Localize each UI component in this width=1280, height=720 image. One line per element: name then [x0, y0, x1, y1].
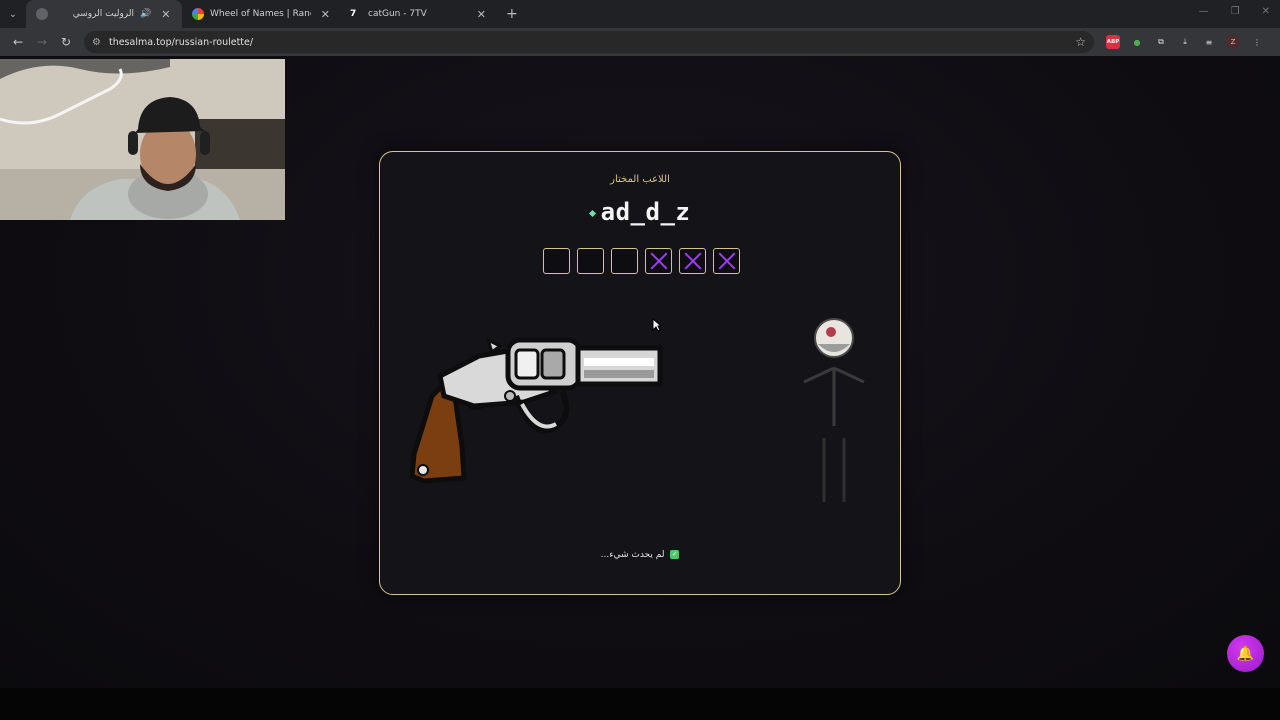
green-leaf-icon[interactable]: ● [1130, 35, 1144, 49]
window-controls: — ❐ ✕ [1199, 6, 1270, 17]
browser-toolbar: ← → ↻ ⚙ thesalma.top/russian-roulette/ ☆… [0, 28, 1280, 56]
tab-search-icon[interactable]: ⌄ [0, 0, 26, 28]
player-name: ad_d_z [600, 198, 691, 226]
status-line: لم يحدث شيء... ✓ [380, 550, 900, 560]
bottom-bar [0, 688, 1280, 720]
chamber-empty [645, 248, 672, 274]
back-icon[interactable]: ← [6, 30, 30, 54]
globe-icon [36, 8, 48, 20]
profile-avatar[interactable]: Z [1226, 35, 1240, 49]
puzzle-icon[interactable]: ⧉ [1154, 35, 1168, 49]
tab-strip: ⌄ الروليت الروسي 🔊 ✕ Wheel of Names | Ra… [0, 0, 1280, 28]
selected-player-label: اللاعب المختار [610, 174, 670, 185]
target-figure [803, 318, 865, 502]
chamber-loaded [577, 248, 604, 274]
site-info-icon[interactable]: ⚙ [92, 37, 101, 48]
roulette-card: اللاعب المختار ad_d_z لم يحدث شيء... ✓ [379, 151, 901, 595]
player-name-row: ad_d_z [380, 198, 900, 226]
close-icon[interactable]: ✕ [161, 8, 170, 21]
mouse-cursor-icon [652, 318, 662, 332]
status-text: لم يحدث شيء... [600, 550, 665, 560]
media-control-icon[interactable]: ≡ [1202, 35, 1216, 49]
tab-title: catGun - 7TV [368, 9, 427, 19]
7tv-icon: 7 [350, 9, 357, 19]
forward-icon[interactable]: → [30, 30, 54, 54]
tab-0[interactable]: الروليت الروسي 🔊 ✕ [26, 0, 182, 28]
chamber-empty [713, 248, 740, 274]
speaker-icon[interactable]: 🔊 [140, 9, 151, 19]
bookmark-star-icon[interactable]: ☆ [1075, 35, 1086, 49]
address-bar[interactable]: ⚙ thesalma.top/russian-roulette/ ☆ [84, 31, 1094, 53]
revolver-icon [409, 337, 663, 484]
tab-title: الروليت الروسي [72, 9, 134, 19]
chamber-row [543, 248, 740, 274]
tab-1[interactable]: Wheel of Names | Random nam ✕ [182, 0, 340, 28]
minimize-icon[interactable]: — [1199, 6, 1209, 17]
url-text[interactable]: thesalma.top/russian-roulette/ [109, 37, 253, 48]
chamber-loaded [543, 248, 570, 274]
bell-icon: 🔔 [1236, 645, 1255, 662]
floating-bell-button[interactable]: 🔔 [1227, 635, 1264, 672]
chamber-loaded [611, 248, 638, 274]
tab-title: Wheel of Names | Random nam [210, 9, 311, 19]
reload-icon[interactable]: ↻ [54, 30, 78, 54]
extensions-row: ABP ● ⧉ ⤓ ≡ Z ⋮ [1106, 35, 1264, 49]
close-icon[interactable]: ✕ [477, 8, 486, 21]
webcam-overlay [0, 59, 285, 220]
wheel-icon [192, 8, 204, 20]
restore-icon[interactable]: ❐ [1231, 6, 1240, 17]
chamber-empty [679, 248, 706, 274]
adblock-icon[interactable]: ABP [1106, 35, 1120, 49]
menu-kebab-icon[interactable]: ⋮ [1250, 35, 1264, 49]
close-icon[interactable]: ✕ [321, 8, 330, 21]
tab-2[interactable]: 7 catGun - 7TV ✕ [340, 0, 496, 28]
webcam-image [0, 59, 285, 220]
new-tab-button[interactable]: + [506, 6, 518, 22]
check-icon: ✓ [670, 550, 680, 559]
download-icon[interactable]: ⤓ [1178, 35, 1192, 49]
player-marker-icon [588, 209, 596, 217]
close-window-icon[interactable]: ✕ [1262, 6, 1270, 17]
